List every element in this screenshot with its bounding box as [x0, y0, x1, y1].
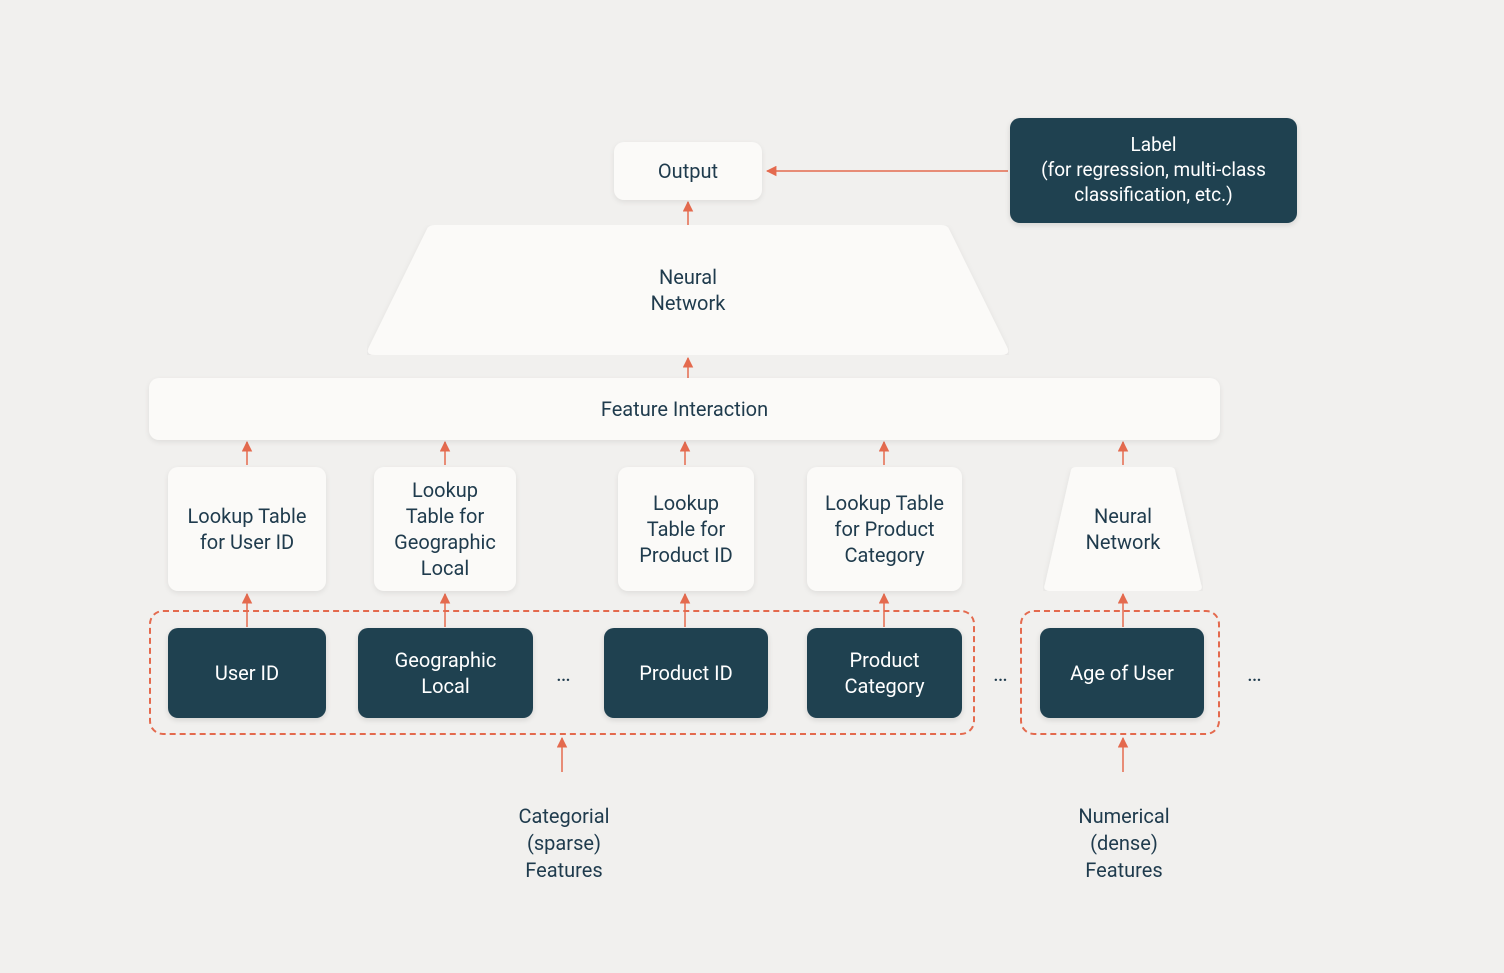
ellipsis-2: … — [993, 662, 1008, 687]
lookup-product-cat-node: Lookup Table for Product Category — [807, 467, 962, 591]
feature-interaction-node: Feature Interaction — [149, 378, 1220, 440]
lookup-geo-label: Lookup Table for Geographic Local — [394, 477, 496, 581]
output-node: Output — [614, 142, 762, 200]
feature-user-id-label: User ID — [215, 660, 279, 686]
feature-age-label: Age of User — [1070, 660, 1174, 686]
lookup-user-id-node: Lookup Table for User ID — [168, 467, 326, 591]
caption-categorical: Categorial (sparse) Features — [500, 776, 628, 884]
lookup-product-id-label: Lookup Table for Product ID — [639, 490, 732, 568]
nn-right-label: Neural Network — [1086, 503, 1161, 555]
feature-age-node: Age of User — [1040, 628, 1204, 718]
lookup-product-id-node: Lookup Table for Product ID — [618, 467, 754, 591]
output-label: Output — [658, 158, 718, 184]
neural-network-right-node: Neural Network — [1043, 467, 1203, 591]
feature-product-cat-node: Product Category — [807, 628, 962, 718]
lookup-geo-node: Lookup Table for Geographic Local — [374, 467, 516, 591]
feature-geo-label: Geographic Local — [395, 647, 497, 699]
feature-product-cat-label: Product Category — [844, 647, 924, 699]
nn-top-label: Neural Network — [651, 264, 726, 316]
feature-interaction-label: Feature Interaction — [601, 396, 768, 422]
ellipsis-3: … — [1247, 662, 1262, 687]
ellipsis-1: … — [556, 662, 571, 687]
feature-user-id-node: User ID — [168, 628, 326, 718]
neural-network-top-node: Neural Network — [367, 225, 1009, 355]
label-node: Label (for regression, multi-class class… — [1010, 118, 1297, 223]
lookup-product-cat-label: Lookup Table for Product Category — [825, 490, 944, 568]
label-text: Label (for regression, multi-class class… — [1041, 133, 1266, 207]
feature-product-id-node: Product ID — [604, 628, 768, 718]
feature-geo-node: Geographic Local — [358, 628, 533, 718]
caption-numerical: Numerical (dense) Features — [1060, 776, 1188, 884]
feature-product-id-label: Product ID — [639, 660, 732, 686]
lookup-user-id-label: Lookup Table for User ID — [188, 503, 307, 555]
